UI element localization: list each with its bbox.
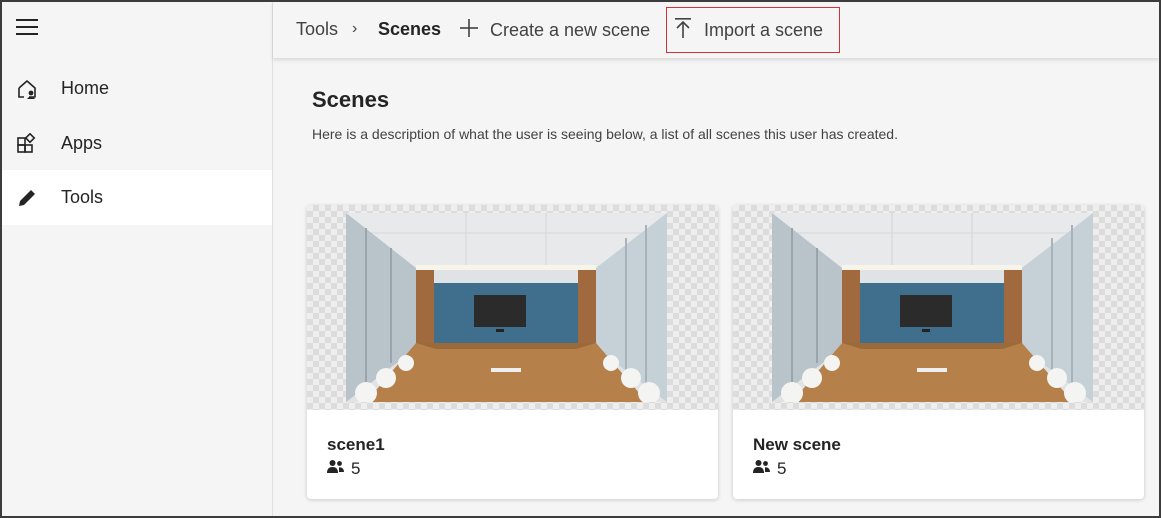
create-scene-label: Create a new scene (490, 19, 651, 40)
breadcrumb-current: Scenes (378, 19, 442, 39)
import-scene-button[interactable]: Import a scene (666, 7, 840, 53)
conference-room-image (346, 213, 667, 402)
sidebar-item-label: Apps (61, 133, 103, 153)
page-title: Scenes (312, 87, 390, 112)
import-scene-label: Import a scene (704, 19, 824, 40)
scene-thumbnail-area (733, 205, 1144, 410)
top-toolbar: Tools › Scenes Create a new scene Import… (273, 2, 1159, 58)
page-description: Here is a description of what the user i… (312, 126, 898, 142)
scene-meta: 5 (327, 459, 360, 479)
sidebar-item-label: Tools (61, 187, 104, 207)
home-icon (16, 78, 38, 100)
people-count: 5 (777, 459, 787, 478)
sidebar-item-home[interactable]: Home (2, 61, 272, 116)
plus-icon (459, 18, 479, 43)
breadcrumb-parent[interactable]: Tools (296, 19, 338, 40)
scene-meta: 5 (753, 459, 786, 479)
create-scene-button[interactable]: Create a new scene (459, 2, 650, 58)
scene-name: New scene (753, 435, 841, 454)
scene-card[interactable]: scene1 5 (307, 205, 718, 499)
pencil-icon (16, 187, 38, 209)
people-count: 5 (351, 459, 361, 478)
scene-name: scene1 (327, 435, 385, 454)
conference-room-image (772, 213, 1093, 402)
scene-card[interactable]: New scene 5 (733, 205, 1144, 499)
sidebar: Home Apps Tools (2, 2, 273, 516)
sidebar-item-apps[interactable]: Apps (2, 116, 272, 171)
hamburger-icon[interactable] (14, 14, 40, 40)
sidebar-item-label: Home (61, 78, 110, 98)
sidebar-item-tools[interactable]: Tools (2, 170, 272, 225)
scene-thumbnail-area (307, 205, 718, 410)
people-icon (327, 459, 344, 479)
upload-icon (673, 17, 693, 44)
main-content: Scenes Here is a description of what the… (273, 58, 1159, 516)
people-icon (753, 459, 770, 479)
app-window: Home Apps Tools Tools › Scenes Create a … (0, 0, 1161, 518)
apps-icon (16, 132, 38, 155)
breadcrumb-separator: › (352, 20, 358, 37)
